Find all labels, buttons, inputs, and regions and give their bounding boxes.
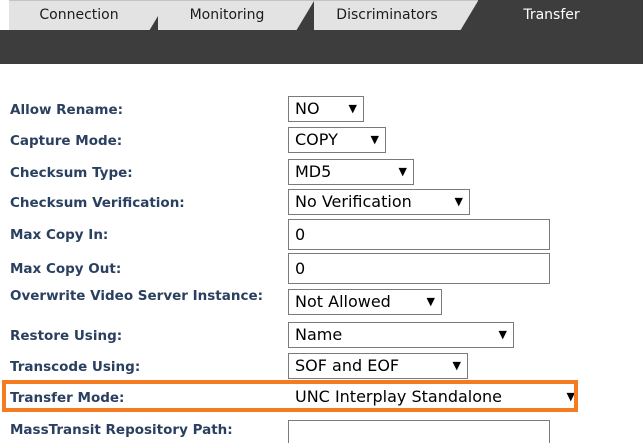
capture-mode-value: COPY — [295, 130, 338, 149]
transcode-using-label: Transcode Using: — [10, 359, 141, 375]
tab-slant — [296, 1, 314, 31]
overwrite-video-server-label: Overwrite Video Server Instance: — [10, 288, 264, 304]
checksum-verification-label: Checksum Verification: — [10, 195, 185, 211]
chevron-down-icon: ▼ — [454, 195, 463, 208]
tab-monitoring[interactable]: Monitoring — [158, 0, 314, 31]
restore-using-label: Restore Using: — [10, 328, 123, 344]
tab-transfer[interactable]: Transfer — [478, 0, 643, 30]
capture-mode-label: Capture Mode: — [10, 133, 123, 149]
tab-discriminators[interactable]: Discriminators — [314, 0, 478, 31]
chevron-down-icon: ▼ — [348, 102, 357, 115]
tab-monitoring-label: Monitoring — [189, 7, 265, 23]
max-copy-in-label: Max Copy In: — [10, 227, 109, 243]
transfer-mode-label: Transfer Mode: — [10, 390, 125, 406]
tab-transfer-label: Transfer — [523, 7, 580, 23]
chevron-down-icon: ▼ — [566, 390, 575, 403]
tab-slant — [460, 1, 478, 31]
checksum-type-value: MD5 — [295, 162, 332, 181]
chevron-down-icon: ▼ — [426, 295, 435, 308]
chevron-down-icon: ▼ — [452, 359, 461, 372]
max-copy-out-input[interactable] — [288, 253, 550, 284]
tab-bar — [0, 30, 643, 64]
checksum-type-label: Checksum Type: — [10, 165, 133, 181]
capture-mode-select[interactable]: COPY ▼ — [288, 127, 386, 153]
overwrite-video-server-select[interactable]: Not Allowed ▼ — [288, 289, 442, 315]
transfer-settings-page: Connection Monitoring Discriminators Tra… — [0, 0, 643, 443]
chevron-down-icon: ▼ — [498, 328, 507, 341]
checksum-verification-value: No Verification — [295, 192, 412, 211]
chevron-down-icon: ▼ — [398, 165, 407, 178]
transfer-mode-value: UNC Interplay Standalone — [295, 387, 503, 406]
tab-discriminators-label: Discriminators — [336, 7, 438, 23]
overwrite-video-server-value: Not Allowed — [295, 292, 391, 311]
tab-strip: Connection Monitoring Discriminators Tra… — [0, 0, 643, 64]
allow-rename-value: NO — [295, 99, 320, 118]
masstransit-path-input[interactable] — [288, 420, 550, 443]
chevron-down-icon: ▼ — [370, 133, 379, 146]
allow-rename-select[interactable]: NO ▼ — [288, 96, 364, 122]
checksum-type-select[interactable]: MD5 ▼ — [288, 159, 414, 185]
masstransit-path-label: MassTransit Repository Path: — [10, 422, 233, 438]
tab-connection[interactable]: Connection — [9, 0, 167, 31]
checksum-verification-select[interactable]: No Verification ▼ — [288, 189, 470, 215]
restore-using-value: Name — [295, 325, 343, 344]
restore-using-select[interactable]: Name ▼ — [288, 322, 514, 348]
transcode-using-value: SOF and EOF — [295, 356, 400, 375]
max-copy-in-input[interactable] — [288, 219, 550, 250]
allow-rename-label: Allow Rename: — [10, 102, 124, 118]
transcode-using-select[interactable]: SOF and EOF ▼ — [288, 353, 468, 379]
transfer-mode-select[interactable]: UNC Interplay Standalone ▼ — [288, 384, 582, 410]
tab-connection-label: Connection — [39, 7, 119, 23]
max-copy-out-label: Max Copy Out: — [10, 261, 122, 277]
